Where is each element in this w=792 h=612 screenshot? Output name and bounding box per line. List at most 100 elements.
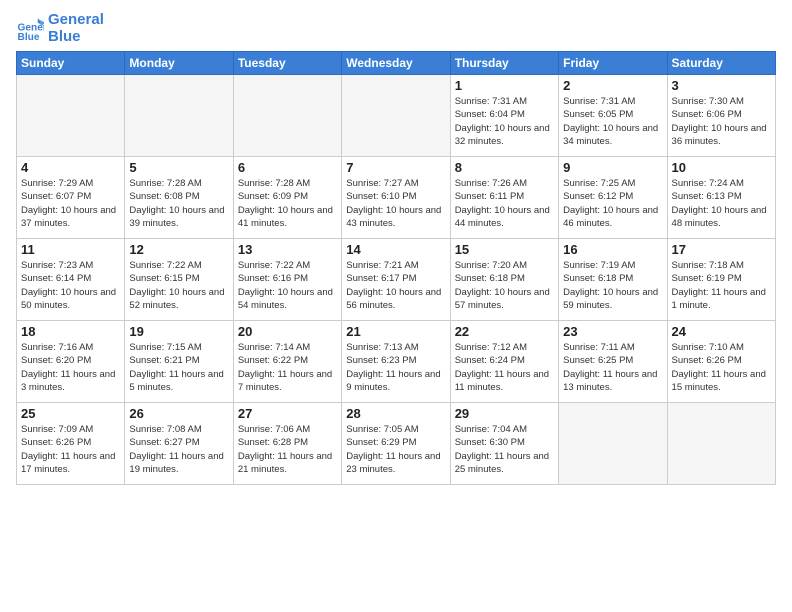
day-number: 11	[21, 242, 120, 257]
calendar-cell: 7 Sunrise: 7:27 AMSunset: 6:10 PMDaylight…	[342, 157, 450, 239]
calendar-cell: 1 Sunrise: 7:31 AMSunset: 6:04 PMDaylight…	[450, 75, 558, 157]
calendar-cell: 23Sunrise: 7:11 AMSunset: 6:25 PMDayligh…	[559, 321, 667, 403]
header: General Blue General Blue	[16, 12, 776, 45]
day-info: Sunrise: 7:25 AMSunset: 6:12 PMDaylight:…	[563, 177, 662, 230]
calendar-cell: 28 Sunrise: 7:05 AMSunset: 6:29 PMDayligh…	[342, 403, 450, 485]
calendar-cell: 5 Sunrise: 7:28 AMSunset: 6:08 PMDaylight…	[125, 157, 233, 239]
day-info: Sunrise: 7:26 AMSunset: 6:11 PMDaylight:…	[455, 177, 554, 230]
logo: General Blue General Blue	[16, 12, 104, 45]
day-info: Sunrise: 7:31 AMSunset: 6:04 PMDaylight:…	[455, 95, 554, 148]
day-info: Sunrise: 7:16 AMSunset: 6:20 PMDaylight:…	[21, 341, 120, 394]
day-info: Sunrise: 7:27 AMSunset: 6:10 PMDaylight:…	[346, 177, 445, 230]
week-row-4: 18 Sunrise: 7:16 AMSunset: 6:20 PMDayligh…	[17, 321, 776, 403]
calendar: SundayMondayTuesdayWednesdayThursdayFrid…	[16, 51, 776, 485]
day-number: 5	[129, 160, 228, 175]
day-info: Sunrise: 7:15 AMSunset: 6:21 PMDaylight:…	[129, 341, 228, 394]
day-info: Sunrise: 7:12 AMSunset: 6:24 PMDaylight:…	[455, 341, 554, 394]
day-number: 18	[21, 324, 120, 339]
weekday-header-sunday: Sunday	[17, 52, 125, 75]
day-info: Sunrise: 7:06 AMSunset: 6:28 PMDaylight:…	[238, 423, 337, 476]
calendar-cell: 3 Sunrise: 7:30 AMSunset: 6:06 PMDaylight…	[667, 75, 775, 157]
calendar-cell: 17Sunrise: 7:18 AMSunset: 6:19 PMDayligh…	[667, 239, 775, 321]
calendar-cell	[233, 75, 341, 157]
calendar-cell: 16 Sunrise: 7:19 AMSunset: 6:18 PMDayligh…	[559, 239, 667, 321]
calendar-cell: 21 Sunrise: 7:13 AMSunset: 6:23 PMDayligh…	[342, 321, 450, 403]
day-info: Sunrise: 7:09 AMSunset: 6:26 PMDaylight:…	[21, 423, 120, 476]
calendar-cell: 8 Sunrise: 7:26 AMSunset: 6:11 PMDaylight…	[450, 157, 558, 239]
day-number: 25	[21, 406, 120, 421]
day-info: Sunrise: 7:22 AMSunset: 6:15 PMDaylight:…	[129, 259, 228, 312]
calendar-cell	[125, 75, 233, 157]
calendar-cell: 29 Sunrise: 7:04 AMSunset: 6:30 PMDayligh…	[450, 403, 558, 485]
page: General Blue General Blue SundayMondayTu…	[0, 0, 792, 493]
calendar-cell: 25 Sunrise: 7:09 AMSunset: 6:26 PMDayligh…	[17, 403, 125, 485]
day-info: Sunrise: 7:11 AMSunset: 6:25 PMDaylight:…	[563, 341, 662, 394]
day-info: Sunrise: 7:31 AMSunset: 6:05 PMDaylight:…	[563, 95, 662, 148]
calendar-cell: 26Sunrise: 7:08 AMSunset: 6:27 PMDayligh…	[125, 403, 233, 485]
calendar-cell: 6 Sunrise: 7:28 AMSunset: 6:09 PMDaylight…	[233, 157, 341, 239]
week-row-3: 11Sunrise: 7:23 AMSunset: 6:14 PMDayligh…	[17, 239, 776, 321]
day-info: Sunrise: 7:19 AMSunset: 6:18 PMDaylight:…	[563, 259, 662, 312]
day-info: Sunrise: 7:14 AMSunset: 6:22 PMDaylight:…	[238, 341, 337, 394]
day-info: Sunrise: 7:29 AMSunset: 6:07 PMDaylight:…	[21, 177, 120, 230]
day-number: 10	[672, 160, 771, 175]
day-info: Sunrise: 7:22 AMSunset: 6:16 PMDaylight:…	[238, 259, 337, 312]
day-number: 15	[455, 242, 554, 257]
calendar-cell: 12 Sunrise: 7:22 AMSunset: 6:15 PMDayligh…	[125, 239, 233, 321]
weekday-header-thursday: Thursday	[450, 52, 558, 75]
day-number: 1	[455, 78, 554, 93]
calendar-cell: 27 Sunrise: 7:06 AMSunset: 6:28 PMDayligh…	[233, 403, 341, 485]
calendar-cell: 24 Sunrise: 7:10 AMSunset: 6:26 PMDayligh…	[667, 321, 775, 403]
calendar-cell: 4Sunrise: 7:29 AMSunset: 6:07 PMDaylight…	[17, 157, 125, 239]
day-info: Sunrise: 7:04 AMSunset: 6:30 PMDaylight:…	[455, 423, 554, 476]
calendar-cell: 11Sunrise: 7:23 AMSunset: 6:14 PMDayligh…	[17, 239, 125, 321]
day-info: Sunrise: 7:30 AMSunset: 6:06 PMDaylight:…	[672, 95, 771, 148]
day-number: 7	[346, 160, 445, 175]
weekday-header-tuesday: Tuesday	[233, 52, 341, 75]
calendar-cell	[667, 403, 775, 485]
day-number: 9	[563, 160, 662, 175]
calendar-cell: 22Sunrise: 7:12 AMSunset: 6:24 PMDayligh…	[450, 321, 558, 403]
day-number: 24	[672, 324, 771, 339]
day-number: 17	[672, 242, 771, 257]
week-row-5: 25 Sunrise: 7:09 AMSunset: 6:26 PMDayligh…	[17, 403, 776, 485]
calendar-cell: 18 Sunrise: 7:16 AMSunset: 6:20 PMDayligh…	[17, 321, 125, 403]
calendar-cell: 13Sunrise: 7:22 AMSunset: 6:16 PMDayligh…	[233, 239, 341, 321]
day-info: Sunrise: 7:28 AMSunset: 6:08 PMDaylight:…	[129, 177, 228, 230]
calendar-cell: 14 Sunrise: 7:21 AMSunset: 6:17 PMDayligh…	[342, 239, 450, 321]
logo-icon: General Blue	[16, 15, 44, 43]
calendar-cell: 2 Sunrise: 7:31 AMSunset: 6:05 PMDaylight…	[559, 75, 667, 157]
day-number: 29	[455, 406, 554, 421]
calendar-cell: 9 Sunrise: 7:25 AMSunset: 6:12 PMDaylight…	[559, 157, 667, 239]
day-info: Sunrise: 7:28 AMSunset: 6:09 PMDaylight:…	[238, 177, 337, 230]
day-number: 28	[346, 406, 445, 421]
day-number: 8	[455, 160, 554, 175]
day-info: Sunrise: 7:10 AMSunset: 6:26 PMDaylight:…	[672, 341, 771, 394]
day-info: Sunrise: 7:21 AMSunset: 6:17 PMDaylight:…	[346, 259, 445, 312]
day-number: 3	[672, 78, 771, 93]
weekday-header-monday: Monday	[125, 52, 233, 75]
weekday-header-saturday: Saturday	[667, 52, 775, 75]
svg-text:Blue: Blue	[18, 31, 40, 42]
day-number: 27	[238, 406, 337, 421]
weekday-header-friday: Friday	[559, 52, 667, 75]
day-number: 2	[563, 78, 662, 93]
day-info: Sunrise: 7:13 AMSunset: 6:23 PMDaylight:…	[346, 341, 445, 394]
day-number: 12	[129, 242, 228, 257]
calendar-cell: 10Sunrise: 7:24 AMSunset: 6:13 PMDayligh…	[667, 157, 775, 239]
logo-general: General	[48, 12, 104, 29]
calendar-cell	[17, 75, 125, 157]
week-row-2: 4Sunrise: 7:29 AMSunset: 6:07 PMDaylight…	[17, 157, 776, 239]
calendar-cell: 19Sunrise: 7:15 AMSunset: 6:21 PMDayligh…	[125, 321, 233, 403]
day-number: 26	[129, 406, 228, 421]
calendar-cell: 20 Sunrise: 7:14 AMSunset: 6:22 PMDayligh…	[233, 321, 341, 403]
day-number: 14	[346, 242, 445, 257]
day-number: 21	[346, 324, 445, 339]
day-number: 16	[563, 242, 662, 257]
day-info: Sunrise: 7:05 AMSunset: 6:29 PMDaylight:…	[346, 423, 445, 476]
calendar-cell: 15Sunrise: 7:20 AMSunset: 6:18 PMDayligh…	[450, 239, 558, 321]
day-number: 20	[238, 324, 337, 339]
calendar-cell	[559, 403, 667, 485]
day-number: 6	[238, 160, 337, 175]
calendar-cell	[342, 75, 450, 157]
